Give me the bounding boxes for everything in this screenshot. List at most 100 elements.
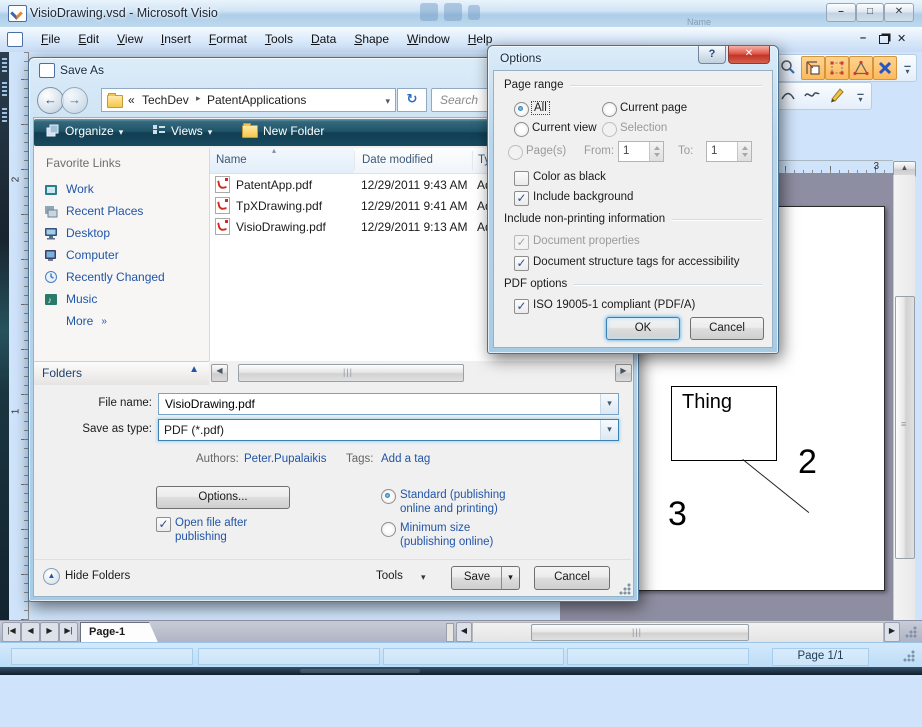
column-header-date[interactable]: Date modified — [362, 154, 433, 166]
file-name-dropdown-icon[interactable]: ▾ — [600, 394, 618, 414]
first-page-button[interactable]: |◀ — [2, 622, 21, 642]
toolbar-grip[interactable] — [2, 108, 7, 124]
sidebar-item-desktop[interactable]: Desktop — [44, 222, 110, 244]
doc-restore-icon[interactable] — [879, 35, 889, 44]
last-page-button[interactable]: ▶| — [59, 622, 78, 642]
save-type-dropdown-icon[interactable]: ▾ — [600, 420, 618, 440]
current-page-radio[interactable] — [602, 102, 617, 117]
snap-glue-tool-icon[interactable] — [801, 56, 825, 80]
ok-button[interactable]: OK — [606, 317, 680, 340]
sidebar-item-recently-changed[interactable]: Recently Changed — [44, 266, 165, 288]
tab-splitter[interactable] — [446, 623, 454, 642]
authors-value-link[interactable]: Peter.Pupalaikis — [244, 453, 326, 465]
range-all-label[interactable]: All — [532, 102, 549, 114]
freeform-tool-icon[interactable] — [801, 84, 823, 106]
breadcrumb[interactable]: « TechDev ▸ PatentApplications ▾ — [101, 88, 396, 112]
open-file-after-label[interactable]: Open file after publishing — [175, 516, 295, 545]
list-hscrollbar-thumb[interactable]: ||| — [238, 364, 464, 382]
doc-close-icon[interactable]: ✕ — [897, 32, 906, 45]
hide-folders-icon[interactable]: ▲ — [43, 568, 60, 585]
hscroll-right-button[interactable]: ▶ — [884, 622, 900, 642]
list-hscroll-right-button[interactable]: ▶ — [615, 364, 632, 382]
color-as-black-label[interactable]: Color as black — [533, 171, 606, 183]
menu-format[interactable]: Format — [200, 27, 256, 50]
pencil-tool-icon[interactable] — [825, 84, 847, 106]
iso-compliant-checkbox[interactable] — [514, 299, 529, 314]
range-all-radio[interactable] — [514, 102, 529, 117]
dialog-resize-grip-icon[interactable] — [619, 583, 631, 595]
select-area-tool-icon[interactable] — [825, 56, 849, 80]
menu-tools[interactable]: Tools — [256, 27, 302, 50]
sidebar-item-computer[interactable]: Computer — [44, 244, 119, 266]
zoom-tool-icon[interactable] — [777, 56, 799, 78]
forward-button[interactable]: → — [61, 87, 88, 114]
tools-caret-icon[interactable] — [421, 569, 426, 583]
minimum-size-radio[interactable] — [381, 522, 396, 537]
organize-button[interactable]: Organize — [46, 124, 123, 138]
thing-shape[interactable]: Thing — [671, 386, 777, 461]
new-folder-button[interactable]: New Folder — [242, 124, 324, 138]
file-name-combo[interactable]: ▾ — [158, 393, 619, 415]
open-file-after-checkbox[interactable] — [156, 517, 171, 532]
menu-edit[interactable]: Edit — [69, 27, 108, 50]
views-button[interactable]: Views — [152, 124, 212, 138]
save-split-caret-icon[interactable]: ▾ — [501, 566, 520, 590]
breadcrumb-root-chevrons[interactable]: « — [128, 93, 135, 107]
column-header-name[interactable]: Name ▴ — [210, 148, 354, 173]
list-hscroll-left-button[interactable]: ◀ — [211, 364, 228, 382]
current-view-label[interactable]: Current view — [532, 122, 597, 134]
vscrollbar-track[interactable]: ≡ — [893, 175, 915, 658]
breadcrumb-dropdown-caret-icon[interactable]: ▾ — [385, 96, 390, 107]
window-minimize-button[interactable]: – — [826, 3, 856, 22]
toolbar-overflow-icon[interactable]: ▁▾ — [855, 86, 866, 106]
window-resize-grip-icon[interactable] — [903, 650, 915, 662]
list-hscrollbar[interactable]: ◀ ||| ▶ — [210, 364, 633, 381]
menu-insert[interactable]: Insert — [152, 27, 200, 50]
window-close-button[interactable]: ✕ — [884, 3, 914, 22]
save-type-combo[interactable]: PDF (*.pdf) ▾ — [158, 419, 619, 441]
options-close-button[interactable]: ✕ — [728, 46, 770, 64]
standard-radio-label[interactable]: Standard (publishing online and printing… — [400, 488, 525, 517]
sidebar-item-music[interactable]: ♪ Music — [44, 288, 97, 310]
file-name-input[interactable] — [163, 396, 587, 412]
breadcrumb-item-techdev[interactable]: TechDev — [142, 93, 189, 107]
standard-radio[interactable] — [381, 489, 396, 504]
menu-file[interactable]: File — [32, 27, 69, 50]
pdf-options-button[interactable]: Options... — [156, 486, 290, 509]
include-background-checkbox[interactable] — [514, 191, 529, 206]
current-view-radio[interactable] — [514, 122, 529, 137]
minimum-size-radio-label[interactable]: Minimum size (publishing online) — [400, 521, 525, 550]
menu-shape[interactable]: Shape — [345, 27, 398, 50]
cancel-button[interactable]: Cancel — [534, 566, 610, 590]
hscroll-left-button[interactable]: ◀ — [456, 622, 472, 642]
document-tags-label[interactable]: Document structure tags for accessibilit… — [533, 256, 739, 268]
shape-vertex-tool-icon[interactable] — [849, 56, 873, 80]
toolbar-grip[interactable] — [2, 82, 7, 98]
back-button[interactable]: ← — [37, 87, 64, 114]
document-tags-checkbox[interactable] — [514, 256, 529, 271]
sidebar-more-link[interactable]: More » — [66, 310, 107, 332]
options-cancel-button[interactable]: Cancel — [690, 317, 764, 340]
next-page-button[interactable]: ▶ — [40, 622, 59, 642]
toolbar-grip[interactable] — [2, 58, 7, 74]
menu-window[interactable]: Window — [398, 27, 459, 50]
window-maximize-button[interactable]: □ — [856, 3, 884, 22]
arc-tool-icon[interactable] — [777, 84, 799, 106]
color-as-black-checkbox[interactable] — [514, 171, 529, 186]
doc-minimize-icon[interactable]: – — [860, 32, 866, 44]
breadcrumb-item-patentapplications[interactable]: PatentApplications — [207, 93, 306, 107]
prev-page-button[interactable]: ◀ — [21, 622, 40, 642]
tools-button[interactable]: Tools — [376, 570, 403, 582]
hide-folders-button[interactable]: Hide Folders — [65, 570, 130, 582]
toolbar-overflow-icon[interactable]: ▁▾ — [902, 58, 913, 78]
hscrollbar-thumb[interactable]: ||| — [531, 624, 749, 641]
add-tag-link[interactable]: Add a tag — [381, 453, 430, 465]
menu-view[interactable]: View — [108, 27, 152, 50]
iso-compliant-label[interactable]: ISO 19005-1 compliant (PDF/A) — [533, 299, 695, 311]
connection-point-tool-icon[interactable] — [873, 56, 897, 80]
sidebar-item-work[interactable]: Work — [44, 178, 94, 200]
menu-data[interactable]: Data — [302, 27, 345, 50]
folders-expander[interactable]: Folders ▲ — [34, 361, 209, 385]
options-help-button[interactable]: ? — [698, 46, 726, 64]
include-background-label[interactable]: Include background — [533, 191, 633, 203]
